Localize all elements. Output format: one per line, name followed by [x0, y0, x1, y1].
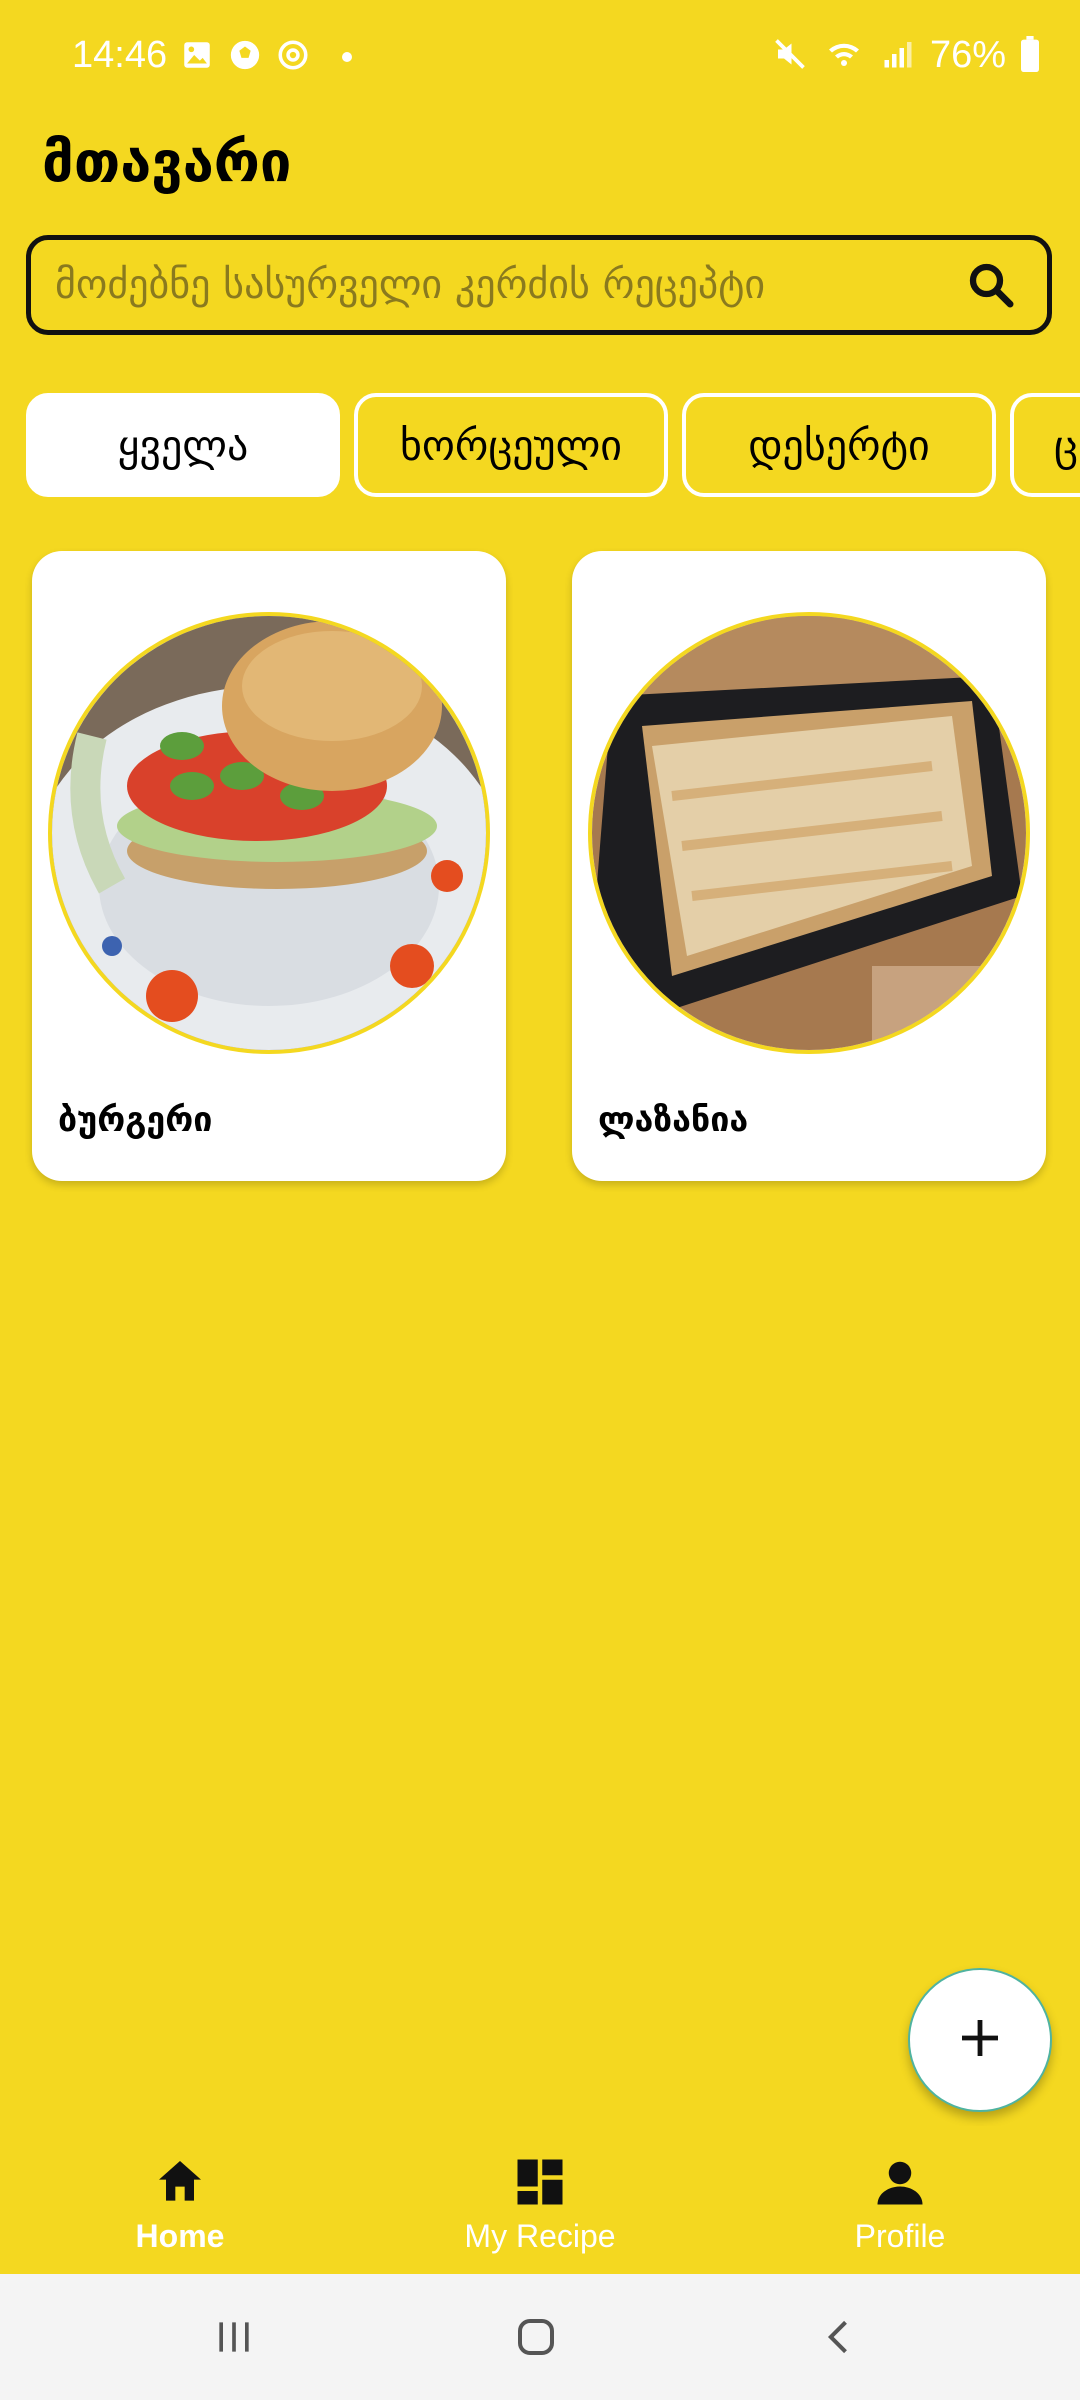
nav-item-profile[interactable]: Profile: [720, 2126, 1080, 2274]
recipe-title: ბურგერი: [58, 1100, 213, 1140]
search-icon[interactable]: [959, 253, 1023, 317]
status-bar: 14:46 76%: [0, 0, 1080, 120]
battery-icon: [1020, 35, 1040, 76]
category-chip-all[interactable]: ყველა: [26, 393, 340, 497]
lasagna-photo: [588, 612, 1030, 1054]
plus-icon: [956, 2014, 1004, 2066]
nav-item-home[interactable]: Home: [0, 2126, 360, 2274]
burger-photo: [48, 612, 490, 1054]
chip-label: ც: [1054, 420, 1078, 470]
system-navigation-bar: [0, 2274, 1080, 2400]
chip-label: ყველა: [117, 420, 249, 470]
nav-label: Profile: [854, 2218, 946, 2254]
recipe-card-lasagna[interactable]: ლაზანია: [572, 551, 1046, 1181]
add-recipe-button[interactable]: [908, 1968, 1052, 2112]
dot-icon: [342, 52, 352, 62]
search-box[interactable]: [26, 235, 1052, 335]
recents-icon[interactable]: [174, 2274, 294, 2400]
category-chips: ყველა ხორცეული დესერტი ც: [26, 393, 1080, 499]
bottom-navigation: Home My Recipe Profile: [0, 2126, 1080, 2274]
nav-label: Home: [135, 2218, 225, 2254]
category-chip-partial[interactable]: ც: [1010, 393, 1080, 497]
chip-label: დესერტი: [748, 420, 930, 470]
recipe-title: ლაზანია: [598, 1100, 749, 1140]
chip-label: ხორცეული: [399, 420, 623, 470]
image-icon: [180, 38, 214, 76]
search-input[interactable]: [31, 261, 959, 309]
wifi-icon: [822, 36, 866, 76]
mute-icon: [772, 36, 808, 76]
status-icons-right: 76%: [772, 34, 1040, 77]
category-chip-meat[interactable]: ხორცეული: [354, 393, 668, 497]
nav-label: My Recipe: [464, 2218, 616, 2254]
status-time: 14:46: [72, 34, 168, 76]
nav-item-my-recipe[interactable]: My Recipe: [360, 2126, 720, 2274]
signal-icon: [880, 36, 916, 76]
threads-icon: [276, 38, 310, 76]
dashboard-icon: [512, 2154, 568, 2210]
battery-percent: 76%: [929, 34, 1006, 76]
ball-icon: [228, 38, 262, 76]
home-circle-icon[interactable]: [476, 2274, 596, 2400]
category-chip-dessert[interactable]: დესერტი: [682, 393, 996, 497]
page-title: მთავარი: [42, 130, 292, 195]
person-icon: [872, 2154, 928, 2210]
recipe-card-burger[interactable]: ბურგერი: [32, 551, 506, 1181]
back-icon[interactable]: [780, 2274, 900, 2400]
status-icons-left: [180, 38, 352, 76]
home-icon: [152, 2154, 208, 2210]
